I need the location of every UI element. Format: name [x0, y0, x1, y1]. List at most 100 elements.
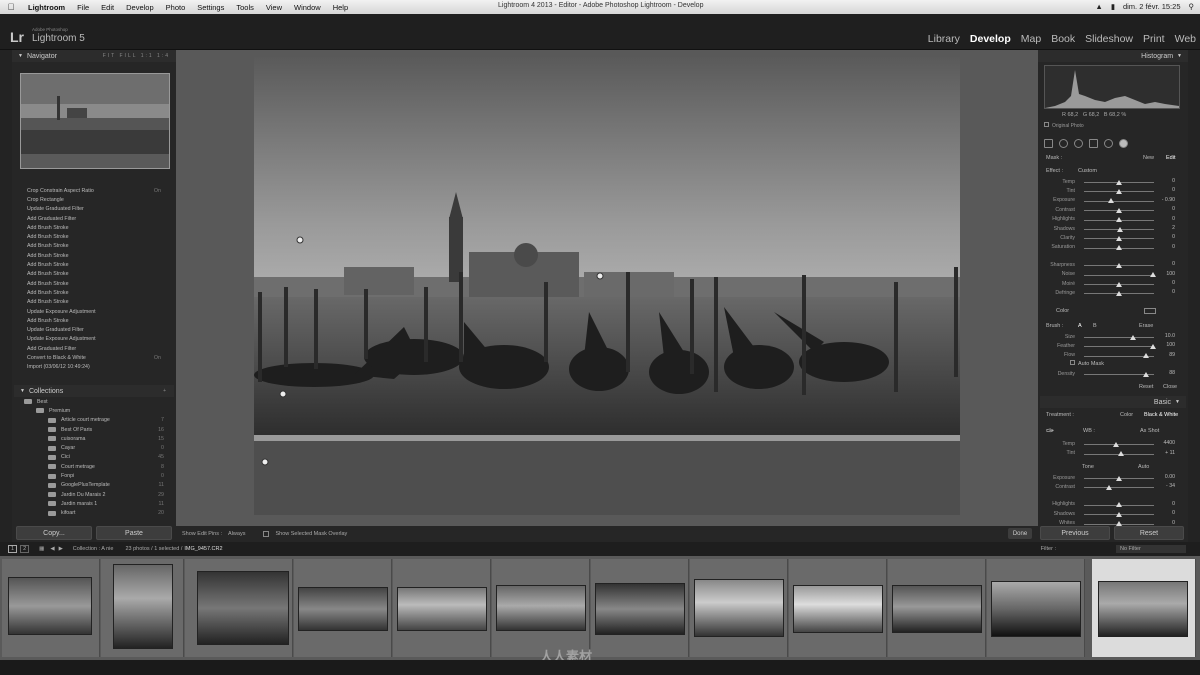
filmstrip-cell[interactable] — [185, 559, 293, 657]
menu-tools[interactable]: Tools — [230, 3, 260, 12]
filmstrip-cell[interactable] — [690, 559, 788, 657]
spotlight-icon[interactable]: ⚲ — [1189, 2, 1195, 11]
slider-value[interactable]: 0 — [1172, 520, 1175, 526]
menu-help[interactable]: Help — [327, 3, 354, 12]
slider-knob[interactable] — [1116, 217, 1122, 223]
filmstrip-cell[interactable] — [294, 559, 392, 657]
wb-select[interactable]: As Shot — [1140, 428, 1159, 434]
collection-item[interactable]: Jardin marais 1 11 — [14, 499, 174, 508]
adjustment-brush-icon[interactable] — [1119, 138, 1128, 148]
history-step[interactable]: Update Graduated Filter — [14, 205, 174, 214]
filmstrip-cell-selected[interactable] — [1092, 559, 1196, 657]
history-step[interactable]: Add Brush Stroke — [14, 279, 174, 288]
slider-value[interactable]: 0.00 — [1165, 474, 1175, 480]
slider[interactable]: Contrast - 34 — [1047, 482, 1177, 491]
slider-knob[interactable] — [1116, 262, 1122, 268]
collections-header[interactable]: ▼ Collections + — [14, 385, 174, 397]
history-step[interactable]: Add Brush Stroke — [14, 270, 174, 279]
slider-knob[interactable] — [1107, 198, 1114, 204]
slider-value[interactable]: 0 — [1172, 280, 1175, 286]
forward-arrow-icon[interactable]: ▶ — [59, 546, 63, 552]
navigator-preview[interactable] — [20, 73, 170, 169]
mask-edit[interactable]: Edit — [1166, 155, 1175, 161]
slider[interactable]: Temp 4400 — [1047, 439, 1177, 448]
slider[interactable]: Highlights 0 — [1047, 500, 1177, 509]
effect-select[interactable]: Custom — [1078, 168, 1097, 174]
module-book[interactable]: Book — [1051, 33, 1075, 45]
collection-item[interactable]: Premium — [14, 406, 174, 415]
slider[interactable]: Temp 0 — [1047, 177, 1177, 186]
menu-lightroom[interactable]: Lightroom — [22, 3, 71, 12]
history-step[interactable]: Add Brush Stroke — [14, 316, 174, 325]
slider[interactable]: Size 10.0 — [1047, 332, 1177, 341]
slider-value[interactable]: 0 — [1172, 289, 1175, 295]
graduated-filter-icon[interactable] — [1089, 138, 1098, 148]
slider-value[interactable]: 0 — [1172, 206, 1175, 212]
battery-icon[interactable]: ▮ — [1111, 2, 1115, 11]
brush-erase[interactable]: Erase — [1139, 323, 1153, 329]
slider[interactable]: Shadows 2 — [1047, 224, 1177, 233]
collection-item[interactable]: Court metrage 8 — [14, 462, 174, 471]
collection-item[interactable]: kifoart 20 — [14, 509, 174, 518]
menu-file[interactable]: File — [71, 3, 95, 12]
slider-knob[interactable] — [1142, 353, 1149, 359]
histogram[interactable] — [1044, 65, 1180, 109]
color-swatch[interactable] — [1144, 308, 1156, 314]
menu-window[interactable]: Window — [288, 3, 327, 12]
slider-track[interactable] — [1084, 444, 1154, 445]
slider[interactable]: Tint + 11 — [1047, 449, 1177, 458]
basic-header[interactable]: Basic ▼ — [1040, 396, 1186, 408]
brush-a[interactable]: A — [1078, 323, 1082, 329]
add-collection-icon[interactable]: + — [163, 388, 168, 394]
grid-icon[interactable]: ▦ — [39, 546, 44, 552]
slider-value[interactable]: + 11 — [1165, 450, 1175, 456]
navigator-header[interactable]: ▼ Navigator FIT FILL 1:1 1:4 — [12, 50, 176, 62]
treatment-bw[interactable]: Black & White — [1144, 412, 1178, 418]
slider[interactable]: Tint 0 — [1047, 186, 1177, 195]
slider-track[interactable] — [1084, 346, 1154, 348]
slider[interactable]: Clarity 0 — [1047, 233, 1177, 242]
slider-value[interactable]: 100 — [1166, 271, 1175, 277]
module-slideshow[interactable]: Slideshow — [1085, 33, 1133, 45]
slider[interactable]: Exposure - 0.90 — [1047, 196, 1177, 205]
collection-item[interactable]: Jardin Du Marais 2 29 — [14, 490, 174, 499]
slider-value[interactable]: - 0.90 — [1162, 197, 1175, 203]
slider[interactable]: Highlights 0 — [1047, 215, 1177, 224]
slider-value[interactable]: 0 — [1172, 178, 1175, 184]
history-step[interactable]: Update Exposure Adjustment — [14, 335, 174, 344]
history-step[interactable]: Add Brush Stroke — [14, 251, 174, 260]
slider-track[interactable] — [1084, 274, 1154, 276]
history-step[interactable]: Convert to Black & White On — [14, 353, 174, 362]
copy-button[interactable]: Copy... — [16, 526, 92, 540]
slider[interactable]: Density 88 — [1047, 369, 1177, 378]
filter-select[interactable]: No Filter — [1116, 545, 1186, 553]
radial-filter-icon[interactable] — [1104, 138, 1113, 148]
left-panel-toggle[interactable] — [0, 50, 12, 542]
menu-settings[interactable]: Settings — [191, 3, 230, 12]
module-library[interactable]: Library — [928, 33, 960, 45]
slider-track[interactable] — [1084, 337, 1154, 338]
menu-edit[interactable]: Edit — [95, 3, 120, 12]
slider-value[interactable]: 88 — [1169, 370, 1175, 376]
slider-knob[interactable] — [1142, 371, 1149, 377]
history-step[interactable]: Update Graduated Filter — [14, 325, 174, 334]
reset-button[interactable]: Reset — [1114, 526, 1184, 540]
menu-photo[interactable]: Photo — [160, 3, 192, 12]
slider-value[interactable]: 0 — [1172, 501, 1175, 507]
mask-new[interactable]: New — [1143, 155, 1154, 161]
filmstrip-source[interactable]: Collection : A nie — [73, 546, 114, 552]
slider-value[interactable]: 0 — [1172, 510, 1175, 516]
slider-value[interactable]: 0 — [1172, 187, 1175, 193]
slider-value[interactable]: 0 — [1172, 244, 1175, 250]
right-panel-toggle[interactable] — [1188, 50, 1200, 542]
eyedropper-icon[interactable]: ✑ — [1046, 426, 1058, 438]
slider-knob[interactable] — [1116, 207, 1122, 213]
slider[interactable]: Defringe 0 — [1047, 288, 1177, 297]
second-window-button[interactable]: 2 — [20, 545, 30, 553]
slider[interactable]: Moiré 0 — [1047, 279, 1177, 288]
history-step[interactable]: Import (03/06/12 10:49:24) — [14, 363, 174, 372]
slider-value[interactable]: - 34 — [1166, 483, 1175, 489]
menubar-clock[interactable]: dim. 2 févr. 15:25 — [1123, 2, 1181, 11]
histogram-header[interactable]: Histogram ▼ — [1038, 50, 1188, 62]
zoom-options[interactable]: FIT FILL 1:1 1:4 — [103, 53, 170, 59]
